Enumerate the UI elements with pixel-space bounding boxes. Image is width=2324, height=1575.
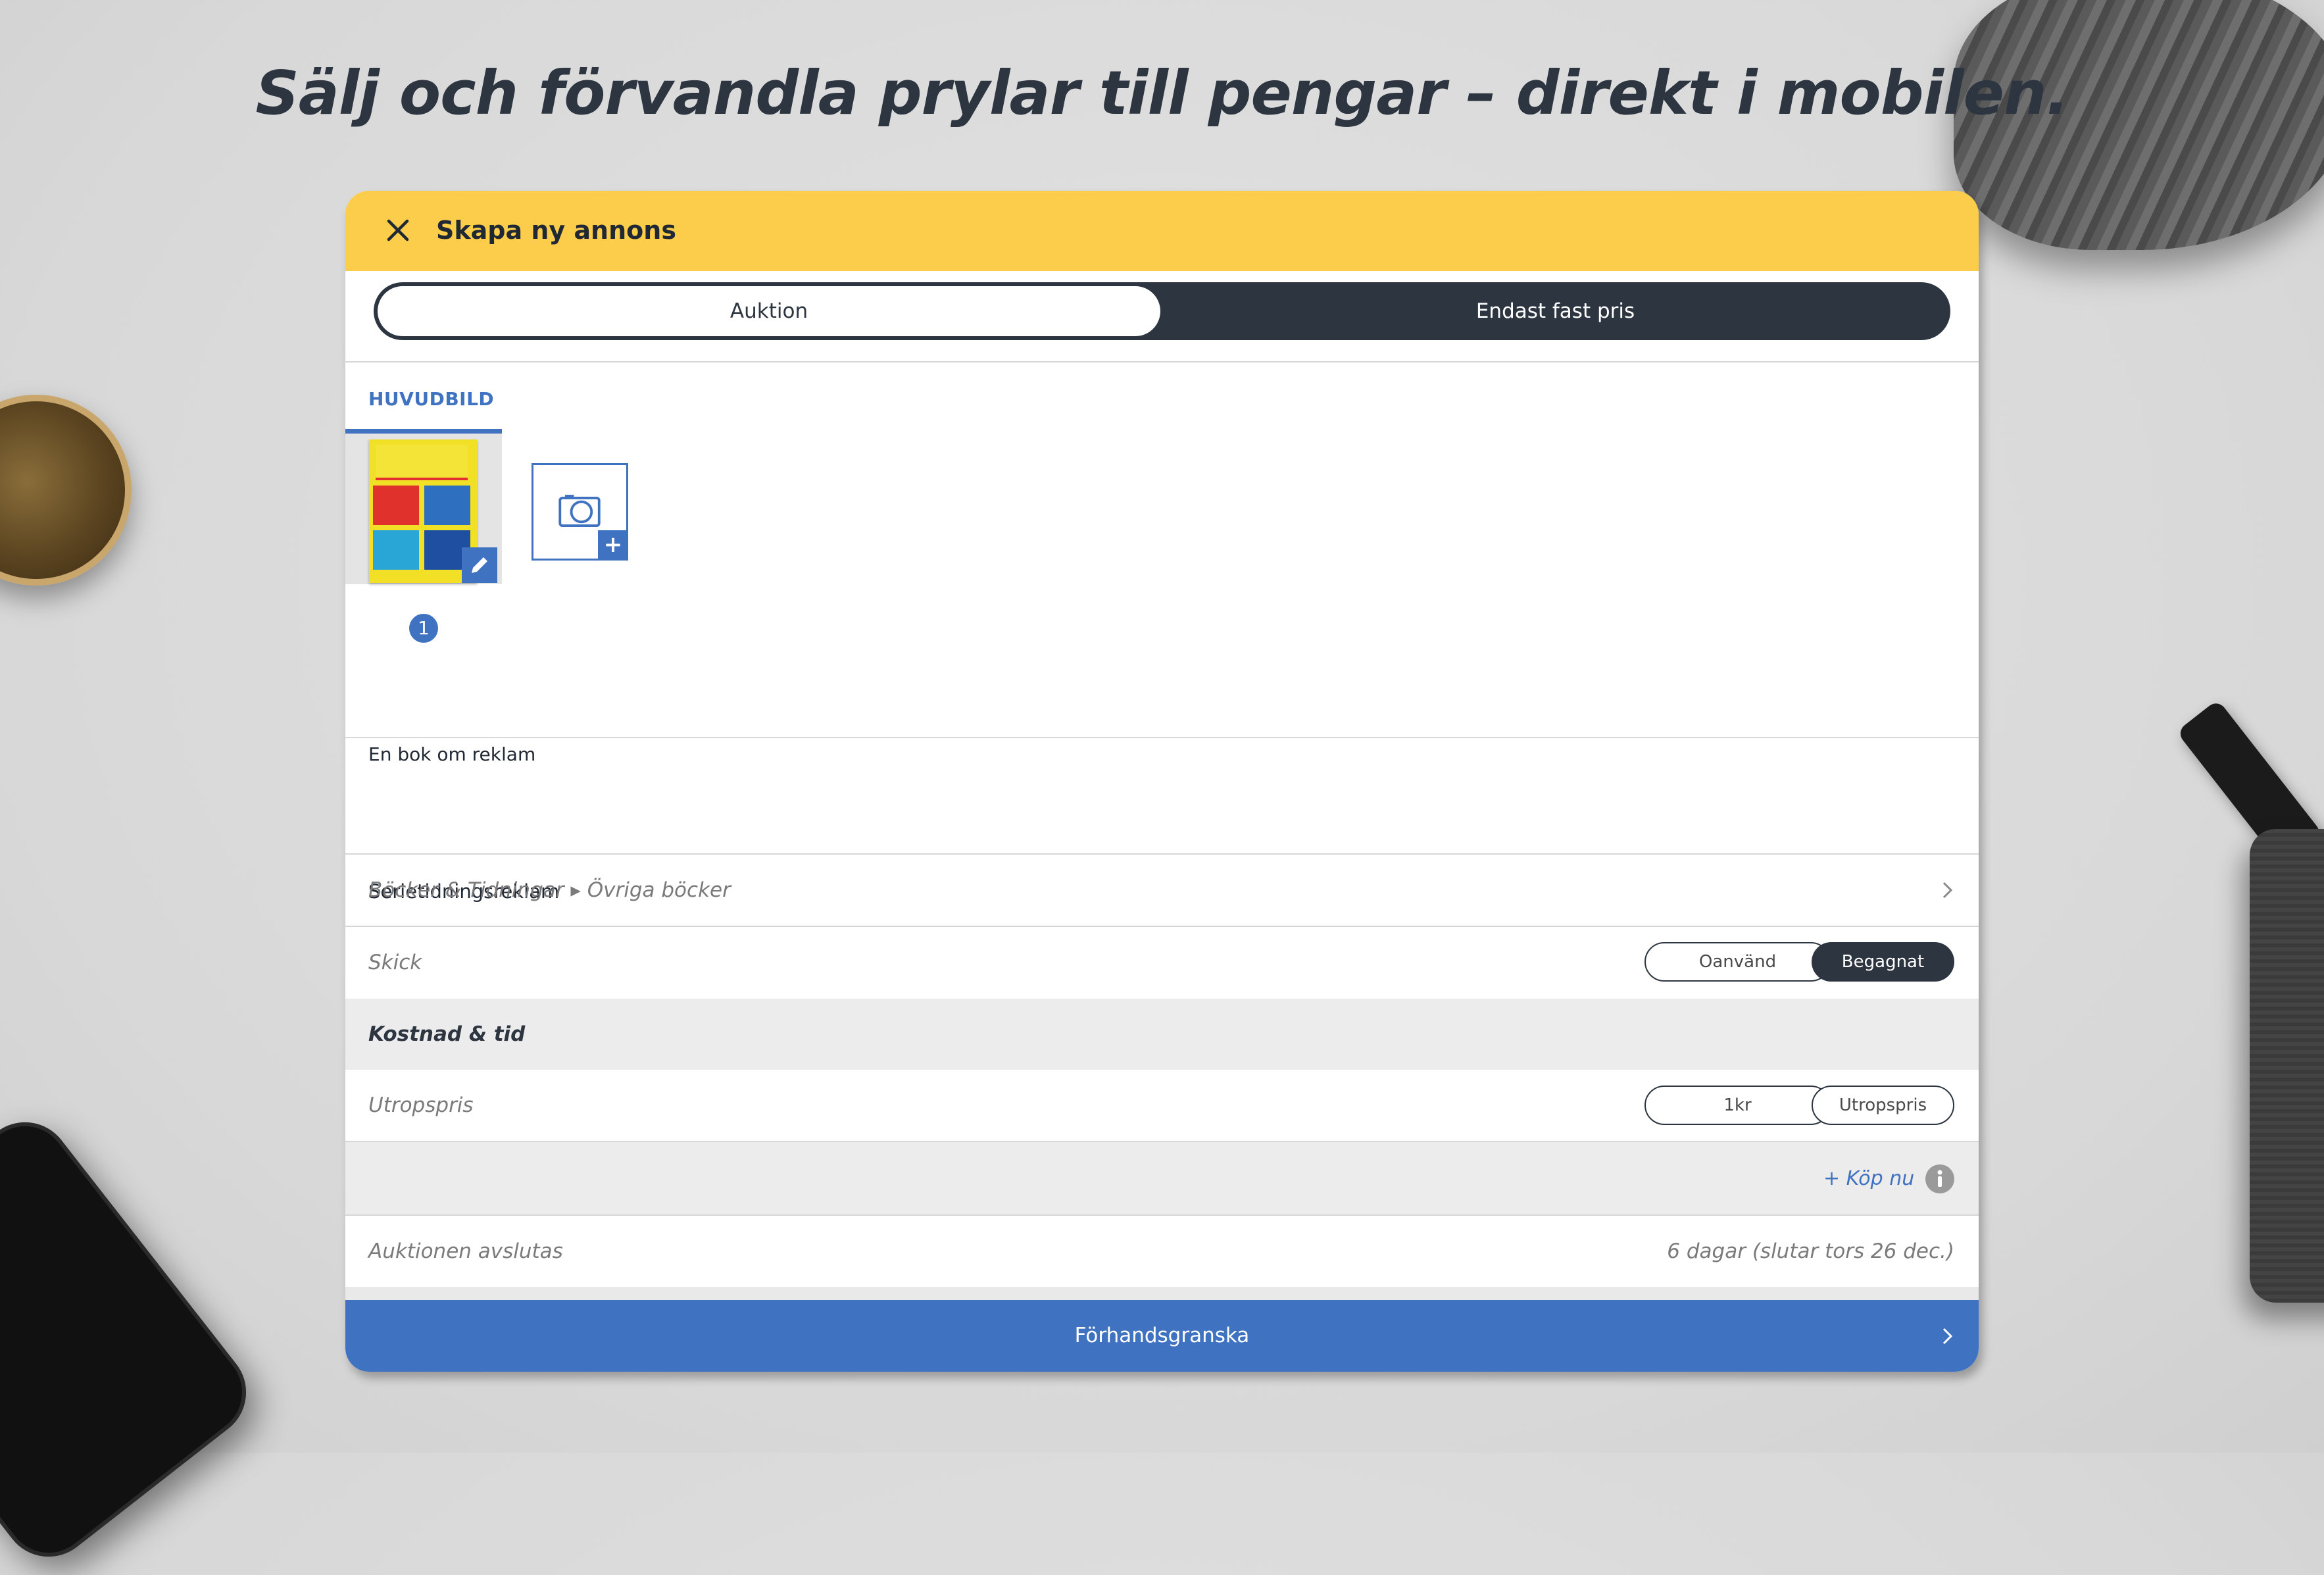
close-icon[interactable] [378,211,418,250]
chevron-right-icon [1942,882,1953,899]
divider [345,1287,1979,1300]
preview-label: Förhandsgranska [1074,1324,1250,1347]
condition-row: Skick Oanvänd Begagnat [345,927,1979,998]
tab-auction[interactable]: Auktion [378,286,1160,336]
category-path: Böcker & Tidningar ▸ Övriga böcker [368,878,731,902]
chevron-right-icon [1942,1328,1953,1345]
edit-icon [472,557,487,573]
pencil-case-photo [2250,829,2324,1303]
price-custom-button[interactable]: Utropspris [1812,1086,1954,1125]
main-image-label: HUVUDBILD [368,388,495,410]
divider [345,737,1979,738]
price-1kr-button[interactable]: 1kr [1644,1086,1831,1125]
preview-button[interactable]: Förhandsgranska [345,1300,1979,1372]
phone-photo [0,1103,265,1575]
sunglasses-photo [0,395,132,586]
starting-price-row: Utropspris 1kr Utropspris [345,1070,1979,1141]
listing-type-toggle: Auktion Endast fast pris [374,282,1950,340]
auction-end-value: 6 dagar (slutar tors 26 dec.) [1667,1239,1954,1263]
category-row[interactable]: Böcker & Tidningar ▸ Övriga böcker [345,855,1979,926]
headline: Sälj och förvandla prylar till pengar – … [255,58,2069,128]
main-image-thumbnail[interactable] [345,429,502,584]
info-icon[interactable] [1925,1164,1955,1194]
starting-price-label: Utropspris [368,1093,474,1117]
condition-unused-button[interactable]: Oanvänd [1644,942,1831,982]
cost-section-header: Kostnad & tid [345,999,1979,1070]
selected-indicator [345,429,502,434]
condition-label: Skick [368,951,422,974]
buy-now-row: + Köp nu [345,1142,1979,1214]
add-photo-button[interactable]: + [532,463,628,561]
condition-used-button[interactable]: Begagnat [1812,942,1954,982]
auction-end-label: Auktionen avslutas [368,1239,563,1263]
plus-icon: + [598,530,628,561]
cost-section-label: Kostnad & tid [368,1022,526,1046]
create-listing-screen: Skapa ny annons Auktion Endast fast pris… [345,191,1979,1372]
top-bar: Skapa ny annons [345,191,1979,271]
description-field[interactable]: En bok om reklam [368,743,535,765]
buy-now-link[interactable]: + Köp nu [1823,1167,1914,1190]
auction-end-row[interactable]: Auktionen avslutas 6 dagar (slutar tors … [345,1216,1979,1287]
image-number-badge: 1 [409,614,438,643]
divider [345,361,1979,362]
tab-fixed-price[interactable]: Endast fast pris [1160,282,1950,340]
book-cover-image [369,439,477,583]
page-title: Skapa ny annons [436,216,676,245]
edit-image-button[interactable] [462,547,497,583]
